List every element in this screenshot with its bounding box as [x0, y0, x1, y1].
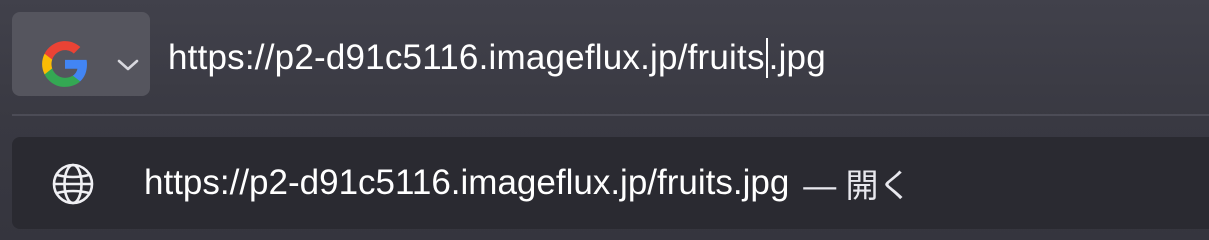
google-logo-icon	[42, 41, 87, 87]
search-engine-button[interactable]	[12, 12, 150, 96]
globe-icon	[52, 163, 94, 205]
url-bar: https://p2-d91c5116.imageflux.jp/fruits.…	[0, 0, 1209, 112]
url-text-before-caret: https://p2-d91c5116.imageflux.jp/fruits	[168, 38, 765, 77]
divider	[12, 114, 1209, 116]
suggestion-action: — 開く	[803, 167, 912, 204]
text-caret	[765, 38, 768, 78]
url-input[interactable]: https://p2-d91c5116.imageflux.jp/fruits.…	[168, 28, 826, 88]
suggestion-url: https://p2-d91c5116.imageflux.jp/fruits.…	[144, 163, 790, 202]
address-bar-panel: https://p2-d91c5116.imageflux.jp/fruits.…	[0, 0, 1209, 240]
suggestion-content: https://p2-d91c5116.imageflux.jp/fruits.…	[144, 155, 911, 211]
suggestion-row[interactable]: https://p2-d91c5116.imageflux.jp/fruits.…	[12, 137, 1209, 229]
url-text-after-caret: .jpg	[768, 38, 826, 77]
chevron-down-icon	[117, 59, 139, 71]
